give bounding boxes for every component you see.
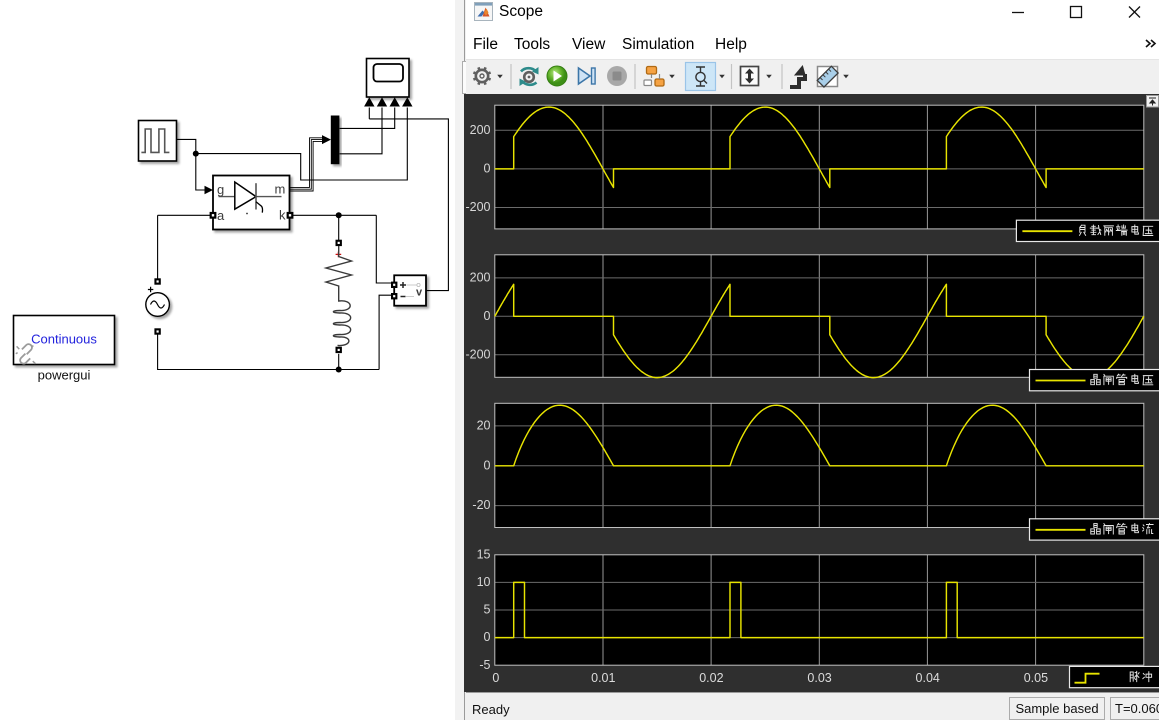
svg-text:5: 5 [484, 603, 491, 617]
svg-text:0.02: 0.02 [699, 671, 723, 685]
svg-text:200: 200 [470, 271, 491, 285]
svg-text:0: 0 [492, 671, 499, 685]
svg-text:m: m [275, 182, 286, 197]
svg-text:powergui: powergui [38, 368, 91, 383]
svg-text:k: k [279, 208, 286, 223]
svg-text:-20: -20 [472, 498, 490, 512]
svg-text:g: g [217, 182, 224, 197]
svg-text:0: 0 [484, 630, 491, 644]
svg-text:0: 0 [484, 162, 491, 176]
svg-text:0.01: 0.01 [591, 671, 615, 685]
svg-text:v: v [416, 287, 423, 299]
svg-text:-5: -5 [479, 658, 490, 672]
svg-text:0: 0 [484, 309, 491, 323]
svg-text:0: 0 [484, 458, 491, 472]
svg-text:0.05: 0.05 [1024, 671, 1048, 685]
svg-text:20: 20 [477, 419, 491, 433]
svg-text:0.04: 0.04 [916, 671, 940, 685]
svg-text:200: 200 [470, 123, 491, 137]
svg-text:Continuous: Continuous [31, 332, 97, 347]
svg-text:10: 10 [477, 575, 491, 589]
svg-text:a: a [217, 208, 225, 223]
svg-text:15: 15 [477, 547, 491, 561]
svg-text:-200: -200 [465, 347, 490, 361]
svg-text:-200: -200 [465, 200, 490, 214]
svg-text:0.03: 0.03 [807, 671, 831, 685]
